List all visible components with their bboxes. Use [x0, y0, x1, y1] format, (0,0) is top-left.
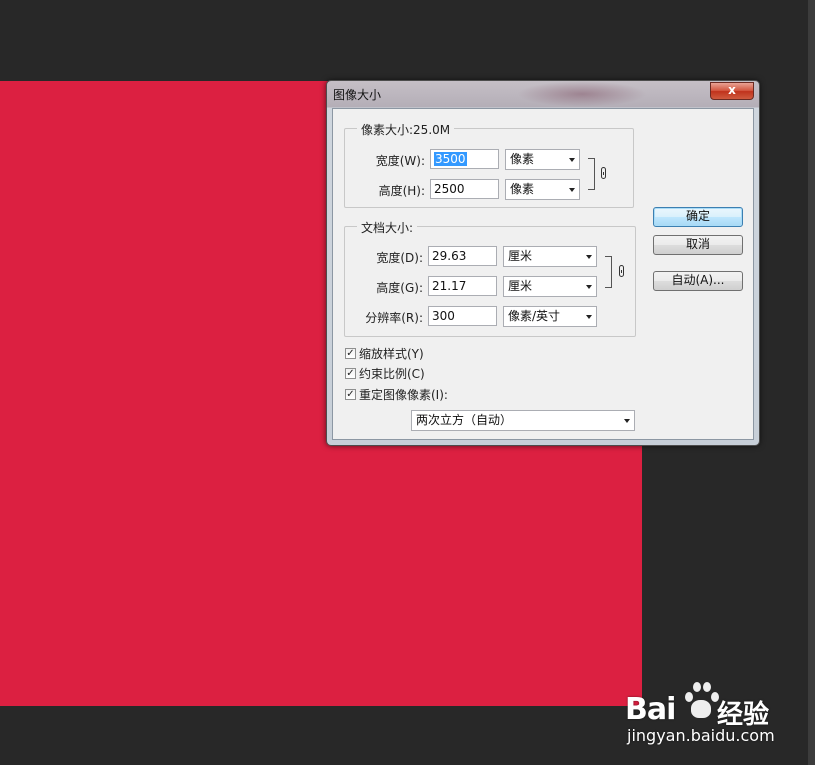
pixel-width-unit-select[interactable]: 像素 [505, 149, 580, 170]
pixel-height-input[interactable]: 2500 [430, 179, 499, 199]
window-edge [808, 0, 815, 765]
link-bracket [588, 158, 595, 190]
document-size-group: 文档大小: 宽度(D): 29.63 厘米 高度(G): 21.17 厘米 分辨… [344, 219, 636, 337]
chevron-down-icon [586, 315, 592, 319]
pixel-height-label: 高度(H): [378, 184, 425, 198]
pixel-dimensions-legend: 像素大小:25.0M [357, 121, 455, 138]
ok-button-label: 确定 [685, 209, 710, 223]
doc-height-label: 高度(G): [376, 281, 423, 295]
image-size-dialog: 图像大小 x 像素大小:25.0M 宽度(W): 3500 像素 高度(H): … [326, 80, 760, 446]
chevron-down-icon [569, 188, 575, 192]
constrain-proportions-label: 约束比例(C) [359, 367, 425, 381]
dialog-client: 像素大小:25.0M 宽度(W): 3500 像素 高度(H): 2500 像素… [332, 108, 754, 440]
dialog-titlebar[interactable]: 图像大小 x [327, 81, 759, 107]
watermark-url: jingyan.baidu.com [627, 726, 775, 745]
chevron-down-icon [586, 255, 592, 259]
paw-icon [681, 680, 721, 720]
chevron-down-icon [624, 419, 630, 423]
document-size-legend: 文档大小: [357, 219, 418, 236]
doc-width-label: 宽度(D): [376, 251, 423, 265]
pixel-height-unit-select[interactable]: 像素 [505, 179, 580, 200]
resolution-unit-select[interactable]: 像素/英寸 [503, 306, 597, 327]
cancel-button[interactable]: 取消 [653, 235, 743, 255]
link-bracket [605, 256, 612, 288]
resample-method-select[interactable]: 两次立方（自动） [411, 410, 635, 431]
resolution-value: 300 [432, 309, 455, 323]
doc-width-unit: 厘米 [508, 249, 533, 263]
doc-width-value: 29.63 [432, 249, 467, 263]
pixel-width-label: 宽度(W): [375, 154, 425, 168]
pixel-width-input[interactable]: 3500 [430, 149, 499, 169]
pixel-dimensions-group: 像素大小:25.0M 宽度(W): 3500 像素 高度(H): 2500 像素 [344, 121, 634, 208]
resolution-label: 分辨率(R): [365, 311, 423, 325]
resample-method-value: 两次立方（自动） [416, 413, 513, 427]
doc-height-unit: 厘米 [508, 279, 533, 293]
scale-styles-label: 缩放样式(Y) [359, 347, 424, 361]
scale-styles-checkbox[interactable]: ✓ [345, 348, 356, 359]
resolution-unit: 像素/英寸 [508, 309, 561, 323]
chain-link-icon [619, 265, 624, 277]
cancel-button-label: 取消 [685, 237, 710, 251]
pixel-width-value: 3500 [434, 152, 467, 166]
close-icon: x [728, 83, 736, 97]
pixel-height-unit: 像素 [510, 182, 535, 196]
chevron-down-icon [586, 285, 592, 289]
doc-height-unit-select[interactable]: 厘米 [503, 276, 597, 297]
chevron-down-icon [569, 158, 575, 162]
auto-button-label: 自动(A)... [671, 273, 725, 287]
chain-link-icon [601, 167, 606, 179]
auto-button[interactable]: 自动(A)... [653, 271, 743, 291]
doc-height-input[interactable]: 21.17 [428, 276, 497, 296]
constrain-proportions-checkbox[interactable]: ✓ [345, 368, 356, 379]
resolution-input[interactable]: 300 [428, 306, 497, 326]
resample-label: 重定图像像素(I): [359, 388, 448, 402]
pixel-height-value: 2500 [434, 182, 465, 196]
watermark-logo-text: Bai [625, 692, 676, 727]
ok-button[interactable]: 确定 [653, 207, 743, 227]
doc-height-value: 21.17 [432, 279, 467, 293]
doc-width-input[interactable]: 29.63 [428, 246, 497, 266]
doc-width-unit-select[interactable]: 厘米 [503, 246, 597, 267]
dialog-title: 图像大小 [333, 88, 382, 102]
pixel-width-unit: 像素 [510, 152, 535, 166]
resample-checkbox[interactable]: ✓ [345, 389, 356, 400]
baidu-jingyan-watermark: Bai 经验 jingyan.baidu.com [625, 678, 775, 748]
close-button[interactable]: x [710, 82, 754, 100]
